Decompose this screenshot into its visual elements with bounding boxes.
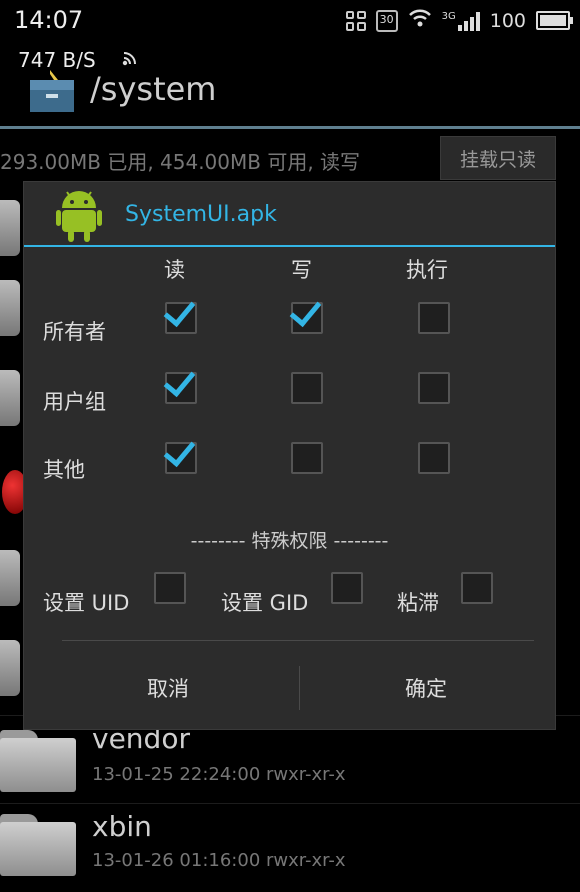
checkbox-setuid[interactable] bbox=[154, 572, 186, 604]
header-divider bbox=[0, 126, 580, 129]
file-meta: 13-01-25 22:24:00 rwxr-xr-x bbox=[92, 764, 346, 785]
checkbox-others-read[interactable] bbox=[165, 442, 197, 474]
setgid-label: 设置 GID bbox=[221, 591, 309, 615]
app-bar: /system bbox=[0, 62, 580, 126]
folder-icon bbox=[0, 550, 20, 606]
column-header-read: 读 bbox=[164, 258, 185, 282]
dialog-title: SystemUI.apk bbox=[125, 202, 277, 227]
storage-info: 293.00MB 已用, 454.00MB 可用, 读写 bbox=[0, 150, 361, 174]
folder-icon bbox=[0, 200, 20, 256]
checkbox-group-read[interactable] bbox=[165, 372, 197, 404]
dialog-title-divider bbox=[24, 245, 555, 247]
permissions-dialog: SystemUI.apk 读 写 执行 所有者 用户组 其他 -------- … bbox=[24, 182, 555, 729]
folder-icon bbox=[0, 280, 20, 336]
checkbox-group-write[interactable] bbox=[291, 372, 323, 404]
ok-button[interactable]: 确定 bbox=[306, 660, 546, 716]
folder-icon bbox=[0, 730, 76, 792]
storage-info-row: 293.00MB 已用, 454.00MB 可用, 读写 挂载只读 bbox=[0, 134, 580, 180]
grid-icon bbox=[345, 10, 366, 31]
checkbox-owner-read[interactable] bbox=[165, 302, 197, 334]
status-time: 14:07 bbox=[14, 6, 84, 34]
android-icon bbox=[56, 186, 102, 244]
checkbox-others-execute[interactable] bbox=[418, 442, 450, 474]
checkbox-setgid[interactable] bbox=[331, 572, 363, 604]
folder-icon bbox=[0, 814, 76, 876]
checkbox-owner-execute[interactable] bbox=[418, 302, 450, 334]
path-title: /system bbox=[90, 70, 217, 108]
checkbox-group-execute[interactable] bbox=[418, 372, 450, 404]
status-icons: 30 3G 100 bbox=[345, 8, 573, 33]
status-bar: 14:07 30 3G 100 bbox=[0, 0, 580, 42]
row-label-others: 其他 bbox=[43, 458, 85, 482]
list-item[interactable]: xbin 13-01-26 01:16:00 rwxr-xr-x bbox=[0, 803, 580, 892]
file-meta: 13-01-26 01:16:00 rwxr-xr-x bbox=[92, 850, 346, 871]
checkbox-owner-write[interactable] bbox=[291, 302, 323, 334]
checkbox-sticky[interactable] bbox=[461, 572, 493, 604]
folder-icon bbox=[0, 370, 20, 426]
wifi-icon bbox=[408, 8, 432, 33]
button-separator bbox=[299, 666, 300, 710]
3g-signal-icon: 3G bbox=[442, 11, 480, 31]
file-name: xbin bbox=[92, 810, 152, 843]
battery-icon bbox=[536, 11, 573, 30]
row-label-owner: 所有者 bbox=[43, 320, 106, 344]
setuid-label: 设置 UID bbox=[43, 591, 130, 615]
special-permissions-header: -------- 特殊权限 -------- bbox=[190, 530, 389, 552]
sticky-label: 粘滞 bbox=[397, 591, 439, 615]
mount-readonly-button[interactable]: 挂载只读 bbox=[440, 136, 556, 180]
battery-level: 100 bbox=[489, 9, 526, 32]
cancel-button[interactable]: 取消 bbox=[48, 660, 288, 716]
column-header-execute: 执行 bbox=[406, 258, 448, 282]
dialog-header: SystemUI.apk bbox=[24, 182, 555, 246]
button-bar-divider bbox=[62, 640, 534, 641]
folder-icon bbox=[0, 640, 20, 696]
column-header-write: 写 bbox=[291, 258, 312, 282]
network-label: 3G bbox=[441, 10, 456, 22]
row-label-group: 用户组 bbox=[43, 390, 106, 414]
file-manager-icon[interactable] bbox=[28, 70, 76, 114]
badge-30-icon: 30 bbox=[375, 9, 398, 32]
checkbox-others-write[interactable] bbox=[291, 442, 323, 474]
